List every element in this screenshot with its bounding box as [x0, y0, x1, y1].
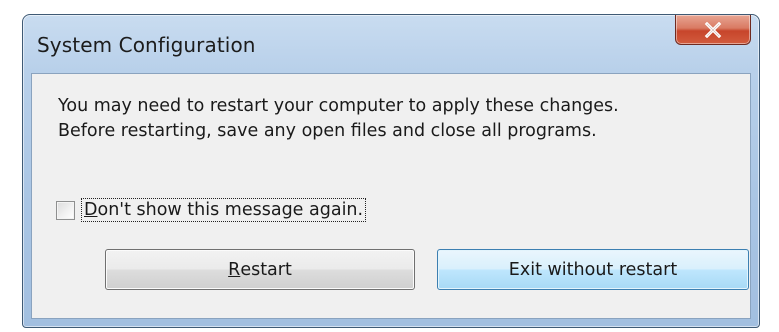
restart-mnemonic: R: [228, 259, 241, 280]
close-button[interactable]: [675, 15, 751, 45]
dont-show-again-row[interactable]: Don't show this message again.: [56, 198, 367, 222]
system-configuration-dialog: System Configuration You may need to res…: [22, 14, 760, 328]
dont-show-again-label-rest: on't show this message again.: [97, 200, 364, 220]
dialog-body: You may need to restart your computer to…: [31, 73, 751, 319]
dont-show-again-checkbox[interactable]: [56, 200, 75, 220]
message-text: You may need to restart your computer to…: [58, 94, 619, 144]
dont-show-again-label[interactable]: Don't show this message again.: [81, 198, 367, 222]
message-line-1: You may need to restart your computer to…: [58, 96, 619, 116]
window-title: System Configuration: [37, 33, 256, 57]
restart-button[interactable]: Restart: [105, 249, 415, 290]
close-icon: [704, 21, 722, 38]
exit-without-restart-button[interactable]: Exit without restart: [437, 249, 749, 290]
restart-label-rest: estart: [240, 259, 292, 280]
dont-show-again-mnemonic: D: [84, 200, 98, 220]
message-line-2: Before restarting, save any open files a…: [58, 121, 597, 141]
